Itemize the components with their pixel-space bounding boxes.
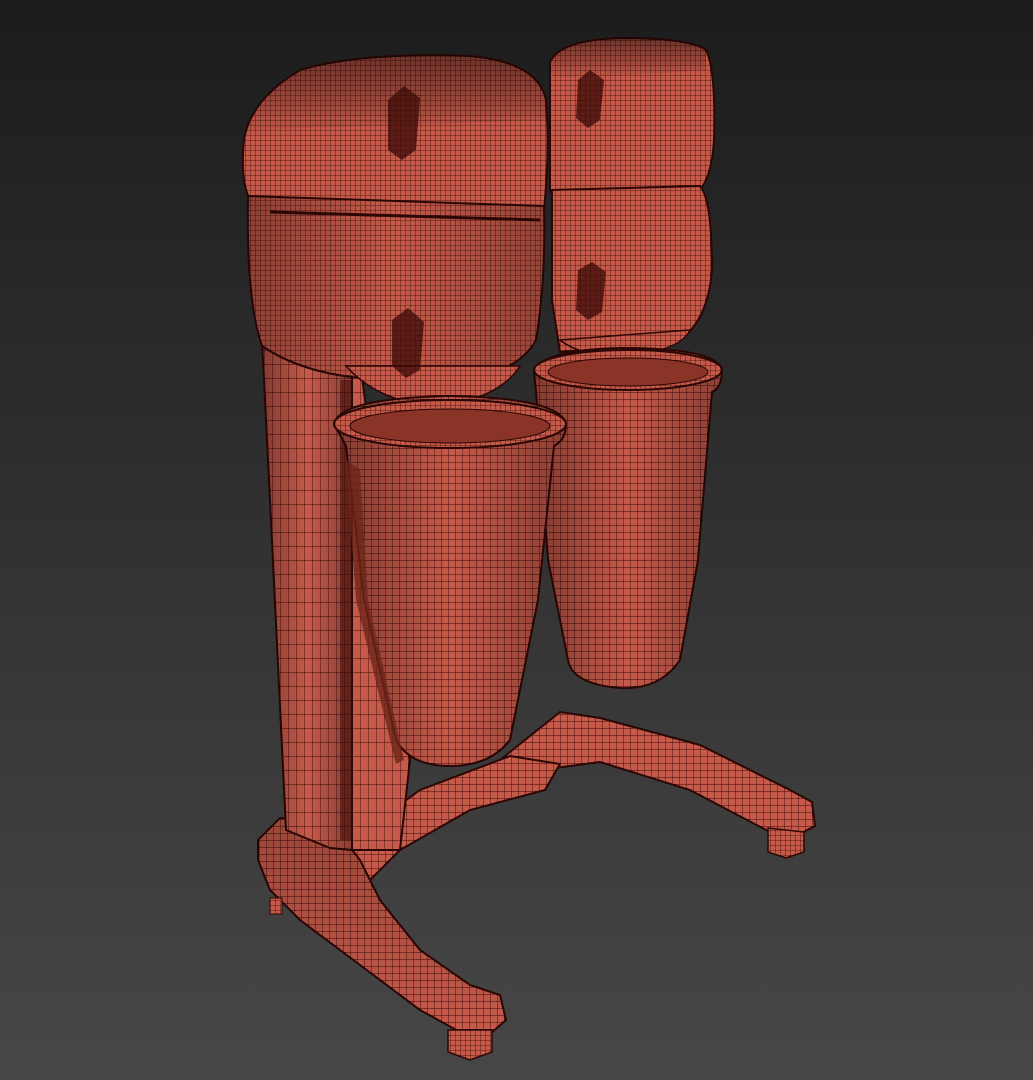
right-mixer-head [549, 36, 716, 357]
wireframe-model-render [0, 0, 1033, 1080]
left-mixer-head [241, 54, 549, 407]
3d-viewport[interactable] [0, 0, 1033, 1080]
